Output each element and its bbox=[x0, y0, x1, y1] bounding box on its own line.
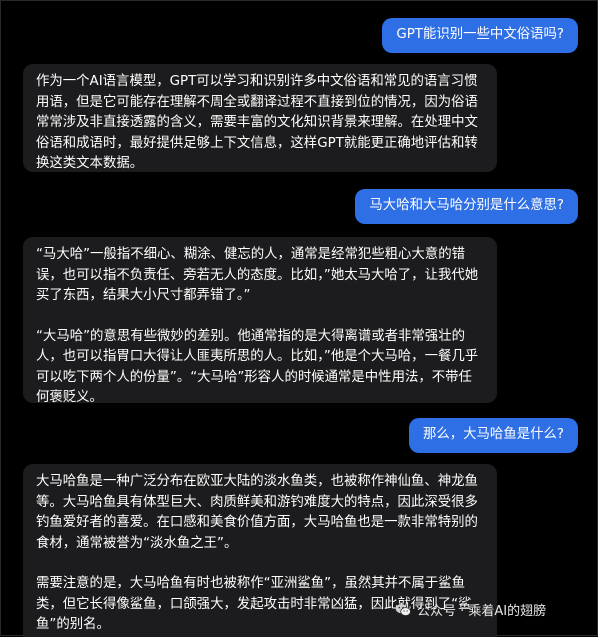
assistant-message-paragraph: “大马哈”的意思有些微妙的差别。他通常指的是大得离谱或者非常强壮的人，也可以指胃… bbox=[36, 328, 479, 406]
watermark-text: 公众号 · 乘着AI的翅膀 bbox=[417, 604, 547, 619]
chat-window: GPT能识别一些中文俗语吗? 作为一个AI语言模型，GPT可以学习和识别许多中文… bbox=[0, 0, 598, 637]
user-message: GPT能识别一些中文俗语吗? bbox=[382, 18, 578, 53]
assistant-message-paragraph: 大马哈鱼是一种广泛分布在欧亚大陆的淡水鱼类，也被称作神仙鱼、神龙鱼等。大马哈鱼具… bbox=[36, 474, 478, 551]
user-message-text: GPT能识别一些中文俗语吗? bbox=[396, 27, 564, 42]
wechat-icon bbox=[395, 603, 411, 616]
assistant-message: “马大哈”一般指不细心、糊涂、健忘的人，通常是经常犯些粗心大意的错误，也可以指不… bbox=[23, 237, 497, 405]
user-message: 那么，大马哈鱼是什么? bbox=[408, 418, 578, 453]
assistant-message-paragraph: 作为一个AI语言模型，GPT可以学习和识别许多中文俗语和常见的语言习惯用语，但是… bbox=[36, 74, 478, 171]
assistant-message: 作为一个AI语言模型，GPT可以学习和识别许多中文俗语和常见的语言习惯用语，但是… bbox=[23, 64, 497, 172]
user-message-text: 那么，大马哈鱼是什么? bbox=[422, 427, 564, 442]
user-message: 马大哈和大马哈分别是什么意思? bbox=[355, 189, 578, 224]
assistant-message-paragraph: “马大哈”一般指不细心、糊涂、健忘的人，通常是经常犯些粗心大意的错误，也可以指不… bbox=[36, 247, 479, 303]
watermark: 公众号 · 乘着AI的翅膀 bbox=[395, 600, 546, 619]
user-message-text: 马大哈和大马哈分别是什么意思? bbox=[369, 198, 564, 213]
